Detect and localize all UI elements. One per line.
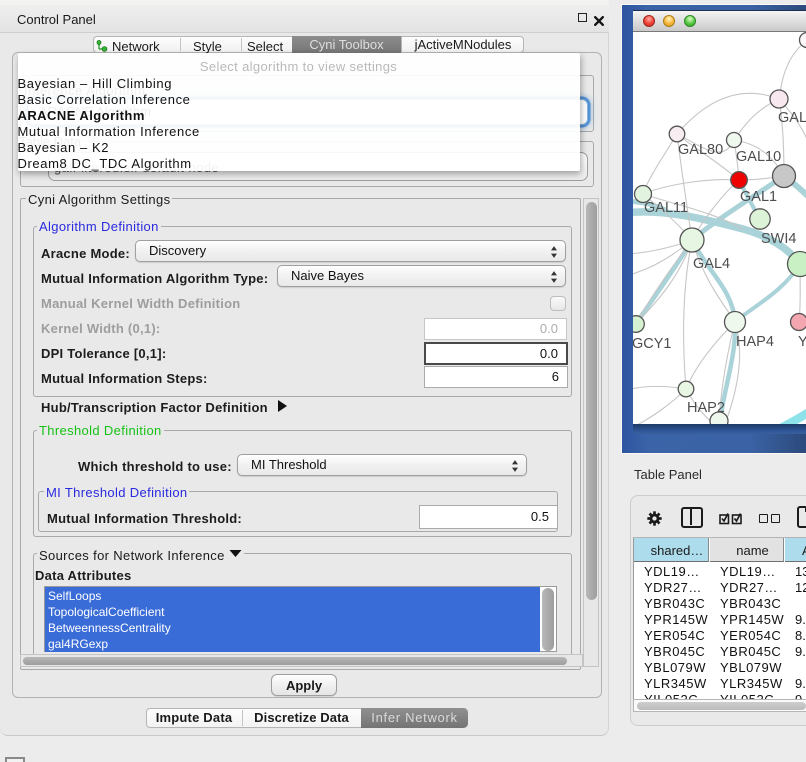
svg-text:HAP4: HAP4 — [736, 334, 774, 350]
svg-text:SWI4: SWI4 — [761, 231, 796, 247]
svg-text:GAL11: GAL11 — [644, 200, 688, 216]
svg-text:GAL7: GAL7 — [778, 110, 806, 126]
svg-text:GAL80: GAL80 — [678, 142, 723, 158]
svg-text:GAL1: GAL1 — [740, 189, 777, 205]
svg-text:HAP2: HAP2 — [687, 400, 725, 416]
svg-text:GCY1: GCY1 — [633, 336, 672, 352]
svg-text:GAL4: GAL4 — [693, 256, 730, 272]
svg-text:GAL10: GAL10 — [736, 149, 781, 165]
svg-text:Y: Y — [798, 334, 806, 350]
